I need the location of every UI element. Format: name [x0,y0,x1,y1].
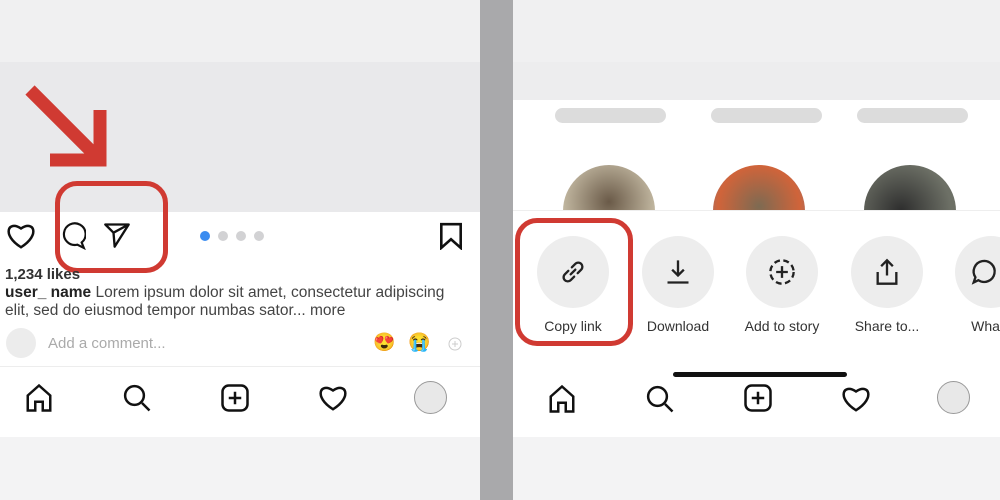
post-screen: 1,234 likes user_ name Lorem ipsum dolor… [0,0,480,500]
red-arrow-annotation [25,85,107,167]
caption-username[interactable]: user_ name [5,284,91,301]
profile-avatar[interactable] [937,381,970,414]
bottom-nav [0,380,480,416]
comment-input[interactable]: Add a comment... [48,335,166,352]
blurred-footer [513,437,1000,500]
add-post-icon[interactable] [220,383,250,413]
bottom-nav [513,380,1000,416]
highlight-copy-link [515,218,633,346]
emoji-crying[interactable]: 😭 [408,332,430,353]
post-caption: user_ name Lorem ipsum dolor sit amet, c… [5,284,465,320]
blurred-header [513,0,1000,62]
whatsapp-icon [971,259,996,285]
contact-name-placeholder [555,108,666,123]
carousel-dot [200,231,210,241]
home-indicator[interactable] [673,372,847,377]
carousel-dot [236,231,246,241]
activity-heart-icon[interactable] [841,385,871,413]
download-button[interactable] [642,236,714,308]
blurred-footer [0,437,480,500]
search-icon[interactable] [645,384,675,414]
more-link[interactable]: more [310,302,345,319]
like-heart-icon[interactable] [6,222,36,250]
contact-name-placeholder [857,108,968,123]
add-emoji-icon[interactable] [448,337,462,351]
share-to-button[interactable] [851,236,923,308]
likes-count: 1,234 likes [5,266,81,283]
emoji-heart-eyes[interactable]: 😍 [373,332,395,353]
highlight-share-button [55,181,168,273]
share-to-label: Share to... [854,318,920,334]
comment-avatar [6,328,36,358]
whatsapp-label: Whats [971,318,1000,334]
activity-heart-icon[interactable] [318,384,348,412]
add-story-icon [769,259,795,285]
add-post-icon[interactable] [743,383,773,413]
home-icon[interactable] [24,383,54,413]
search-icon[interactable] [122,383,152,413]
panel-divider [480,0,513,500]
carousel-indicator [200,231,264,241]
download-label: Download [646,318,710,334]
blurred-header [0,0,480,62]
contact-name-placeholder [711,108,822,123]
download-icon [667,260,689,284]
share-icon [876,258,898,285]
share-sheet-screen: Copy link Download Add to story Share to… [513,0,1000,500]
carousel-dot [254,231,264,241]
add-to-story-button[interactable] [746,236,818,308]
add-to-story-label: Add to story [744,318,820,334]
divider [0,366,480,367]
bookmark-icon[interactable] [438,222,464,250]
carousel-dot [218,231,228,241]
sheet-top-bar [513,62,1000,100]
profile-avatar[interactable] [414,381,447,414]
home-icon[interactable] [547,384,577,414]
